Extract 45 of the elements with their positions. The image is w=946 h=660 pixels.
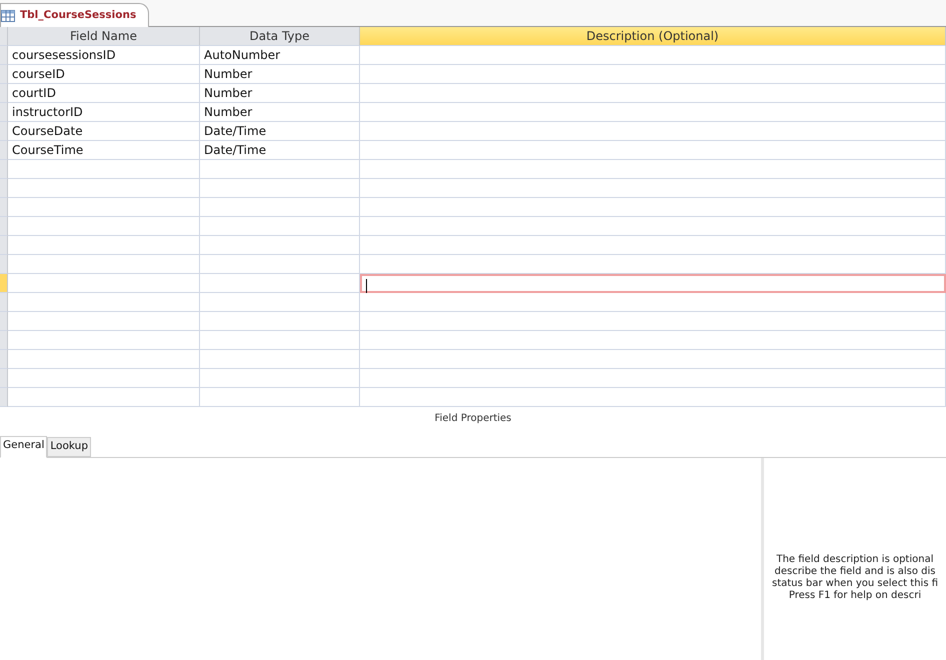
row-selector[interactable] (0, 179, 8, 198)
table-cell: Date/Time (200, 122, 360, 141)
row-selector[interactable] (0, 388, 8, 407)
help-text: The field description is optional (776, 554, 934, 566)
table-cell: CourseDate (8, 122, 200, 141)
row-selector[interactable] (0, 46, 8, 65)
help-text: status bar when you select this fi (772, 578, 938, 590)
help-text: describe the field and is also dis (774, 566, 936, 578)
row-selector[interactable] (0, 331, 8, 350)
row-selector[interactable] (0, 141, 8, 160)
row-selector[interactable] (0, 255, 8, 274)
table-icon (1, 10, 15, 22)
column-header[interactable]: Data Type (200, 27, 360, 46)
table-cell: Number (200, 84, 360, 103)
table-cell: CourseTime (8, 141, 200, 160)
table-cell: Date/Time (200, 141, 360, 160)
input-field[interactable] (360, 274, 946, 293)
row-selector[interactable] (0, 312, 8, 331)
table-cell: courtID (8, 84, 200, 103)
row-selector[interactable] (0, 236, 8, 255)
row-selector[interactable] (0, 369, 8, 388)
row-selector[interactable] (0, 350, 8, 369)
corner-cell (0, 27, 8, 46)
row-selector[interactable] (0, 122, 8, 141)
section-title: Field Properties (434, 412, 512, 426)
table-cell: courseID (8, 65, 200, 84)
row-selector[interactable] (0, 160, 8, 179)
column-header[interactable]: Description (Optional) (360, 27, 946, 46)
table-cell: coursesessionsID (8, 46, 200, 65)
help-text: Press F1 for help on descri (788, 590, 922, 602)
table-cell: instructorID (8, 103, 200, 122)
row-selector[interactable] (0, 198, 8, 217)
row-selector[interactable] (0, 274, 8, 293)
row-selector[interactable] (0, 217, 8, 236)
tab[interactable]: General (0, 436, 48, 458)
tab[interactable]: Lookup (47, 437, 91, 457)
row-selector[interactable] (0, 65, 8, 84)
column-header[interactable]: Field Name (8, 27, 200, 46)
row-selector[interactable] (0, 293, 8, 312)
table-cell: Number (200, 103, 360, 122)
table-cell: AutoNumber (200, 46, 360, 65)
row-selector[interactable] (0, 84, 8, 103)
table-cell: Number (200, 65, 360, 84)
document-tab[interactable]: Tbl_CourseSessions (0, 3, 150, 27)
row-selector[interactable] (0, 103, 8, 122)
